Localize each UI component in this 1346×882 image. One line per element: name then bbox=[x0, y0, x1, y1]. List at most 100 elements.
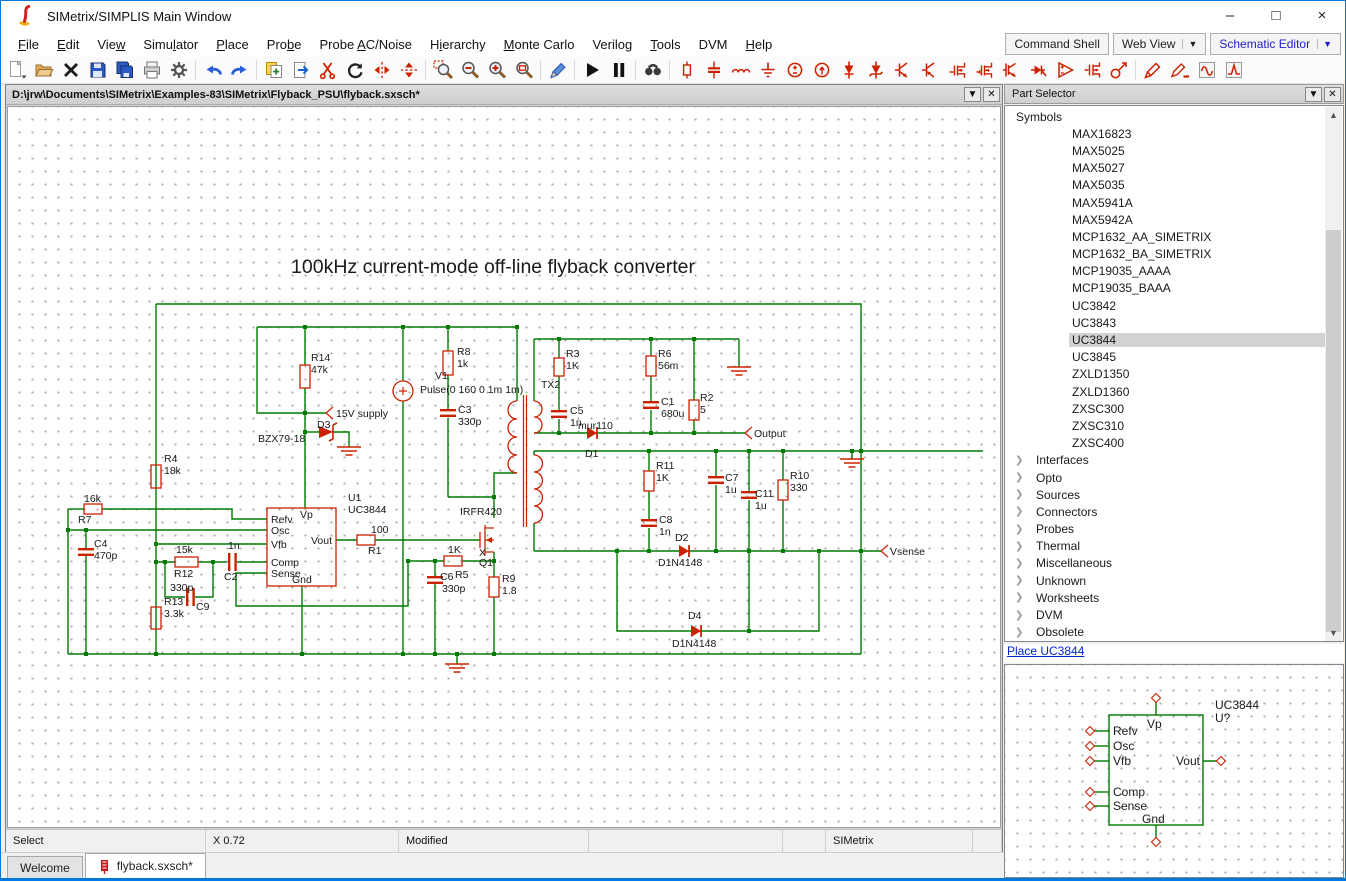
run-simulation-icon[interactable] bbox=[578, 58, 605, 83]
web-view-button[interactable]: Web View▼ bbox=[1113, 33, 1207, 55]
component-R5[interactable] bbox=[444, 556, 462, 566]
tab-flyback-sxsch-[interactable]: flyback.sxsch* bbox=[85, 853, 206, 878]
rotate-icon[interactable] bbox=[341, 58, 368, 83]
part-item-uc3843[interactable]: UC3843 bbox=[1005, 314, 1326, 331]
tree-category-sources[interactable]: ❯Sources bbox=[1005, 486, 1326, 503]
copy-icon[interactable] bbox=[260, 58, 287, 83]
scrollbar-thumb[interactable] bbox=[1326, 230, 1341, 632]
chevron-right-icon[interactable]: ❯ bbox=[1015, 472, 1033, 483]
component-V1[interactable] bbox=[393, 381, 413, 401]
component-C7[interactable] bbox=[708, 476, 724, 484]
zoom-in-icon[interactable] bbox=[483, 58, 510, 83]
component-D4[interactable] bbox=[691, 625, 701, 637]
close-sheet-icon[interactable] bbox=[57, 58, 84, 83]
chevron-right-icon[interactable]: ❯ bbox=[1015, 541, 1033, 552]
tree-category-miscellaneous[interactable]: ❯Miscellaneous bbox=[1005, 555, 1326, 572]
part-item-zxld1360[interactable]: ZXLD1360 bbox=[1005, 383, 1326, 400]
part-item-max5942a[interactable]: MAX5942A bbox=[1005, 211, 1326, 228]
chevron-right-icon[interactable]: ❯ bbox=[1015, 506, 1033, 517]
maximize-button[interactable]: □ bbox=[1253, 1, 1299, 31]
component-R14[interactable] bbox=[300, 365, 310, 388]
schematic-editor-button[interactable]: Schematic Editor▼ bbox=[1210, 33, 1341, 55]
component-R11[interactable] bbox=[644, 471, 654, 491]
fixed-voltage-probe-icon[interactable] bbox=[1193, 58, 1220, 83]
schematic-drawing[interactable]: 100kHz current-mode off-line flyback con… bbox=[8, 107, 1000, 827]
schematic-canvas[interactable]: 100kHz current-mode off-line flyback con… bbox=[7, 106, 1001, 828]
menu-help[interactable]: Help bbox=[736, 33, 781, 56]
tree-category-worksheets[interactable]: ❯Worksheets bbox=[1005, 589, 1326, 606]
menu-probe-ac-noise[interactable]: Probe AC/Noise bbox=[310, 33, 421, 56]
cut-icon[interactable] bbox=[314, 58, 341, 83]
wire-mode-icon[interactable] bbox=[544, 58, 571, 83]
place-opamp-icon[interactable] bbox=[1051, 58, 1078, 83]
component-R6[interactable] bbox=[646, 356, 656, 376]
schematic-window-menu-icon[interactable]: ▼ bbox=[964, 87, 981, 102]
chevron-down-icon[interactable]: ▼ bbox=[1317, 39, 1332, 49]
chevron-right-icon[interactable]: ❯ bbox=[1015, 455, 1033, 466]
tree-category-probes[interactable]: ❯Probes bbox=[1005, 521, 1326, 538]
chevron-right-icon[interactable]: ❯ bbox=[1015, 575, 1033, 586]
print-icon[interactable] bbox=[138, 58, 165, 83]
place-thyristor-icon[interactable] bbox=[1024, 58, 1051, 83]
part-tree[interactable]: SymbolsMAX16823MAX5025MAX5027MAX5035MAX5… bbox=[1004, 105, 1344, 642]
place-zener-icon[interactable] bbox=[862, 58, 889, 83]
title-bar[interactable]: SIMetrix/SIMPLIS Main Window – □ × bbox=[1, 1, 1345, 31]
part-item-max16823[interactable]: MAX16823 bbox=[1005, 125, 1326, 142]
tab-welcome[interactable]: Welcome bbox=[7, 856, 83, 878]
tree-category-connectors[interactable]: ❯Connectors bbox=[1005, 503, 1326, 520]
tree-category-unknown[interactable]: ❯Unknown bbox=[1005, 572, 1326, 589]
component-C5[interactable] bbox=[551, 410, 567, 418]
component-R9[interactable] bbox=[489, 577, 499, 597]
tree-category-obsolete[interactable]: ❯Obsolete bbox=[1005, 624, 1326, 641]
mirror-horizontal-icon[interactable] bbox=[395, 58, 422, 83]
tree-category-thermal[interactable]: ❯Thermal bbox=[1005, 538, 1326, 555]
component-R2[interactable] bbox=[689, 400, 699, 420]
component-C1[interactable] bbox=[643, 401, 659, 409]
component-C8[interactable] bbox=[641, 519, 657, 527]
menu-edit[interactable]: Edit bbox=[48, 33, 88, 56]
part-item-max5035[interactable]: MAX5035 bbox=[1005, 177, 1326, 194]
menu-monte-carlo[interactable]: Monte Carlo bbox=[495, 33, 584, 56]
component-terminal-vsense[interactable] bbox=[881, 545, 888, 557]
menu-simulator[interactable]: Simulator bbox=[134, 33, 207, 56]
mirror-vertical-icon[interactable] bbox=[368, 58, 395, 83]
part-item-zxsc300[interactable]: ZXSC300 bbox=[1005, 400, 1326, 417]
scroll-down-icon[interactable]: ▼ bbox=[1325, 625, 1342, 642]
tree-category-dvm[interactable]: ❯DVM bbox=[1005, 606, 1326, 623]
menu-file[interactable]: File bbox=[9, 33, 48, 56]
component-R12[interactable] bbox=[175, 557, 198, 567]
component-C3[interactable] bbox=[440, 409, 456, 417]
menu-place[interactable]: Place bbox=[207, 33, 258, 56]
part-item-mcp19035_aaaa[interactable]: MCP19035_AAAA bbox=[1005, 263, 1326, 280]
differential-probe-icon[interactable] bbox=[1166, 58, 1193, 83]
part-item-max5027[interactable]: MAX5027 bbox=[1005, 160, 1326, 177]
component-R7[interactable] bbox=[84, 504, 102, 514]
chevron-right-icon[interactable]: ❯ bbox=[1015, 592, 1033, 603]
place-pmos-icon[interactable] bbox=[970, 58, 997, 83]
component-R1[interactable] bbox=[357, 535, 375, 545]
zoom-fit-icon[interactable] bbox=[510, 58, 537, 83]
place-pnp-icon[interactable] bbox=[916, 58, 943, 83]
part-item-max5941a[interactable]: MAX5941A bbox=[1005, 194, 1326, 211]
undo-icon[interactable] bbox=[199, 58, 226, 83]
part-item-mcp1632_aa_simetrix[interactable]: MCP1632_AA_SIMETRIX bbox=[1005, 228, 1326, 245]
minimize-button[interactable]: – bbox=[1207, 1, 1253, 31]
menu-view[interactable]: View bbox=[88, 33, 134, 56]
part-item-uc3845[interactable]: UC3845 bbox=[1005, 349, 1326, 366]
settings-gear-icon[interactable] bbox=[165, 58, 192, 83]
component-ground-0[interactable] bbox=[337, 447, 361, 455]
component-ground-1[interactable] bbox=[445, 664, 469, 672]
component-terminal-15v[interactable] bbox=[326, 407, 333, 419]
component-ground-2[interactable] bbox=[727, 367, 751, 375]
component-C2[interactable] bbox=[228, 553, 237, 571]
pause-simulation-icon[interactable] bbox=[605, 58, 632, 83]
open-file-icon[interactable] bbox=[30, 58, 57, 83]
new-schematic-icon[interactable] bbox=[3, 58, 30, 83]
menu-hierarchy[interactable]: Hierarchy bbox=[421, 33, 495, 56]
redo-icon[interactable] bbox=[226, 58, 253, 83]
find-part-icon[interactable] bbox=[639, 58, 666, 83]
place-current-source-icon[interactable] bbox=[808, 58, 835, 83]
chevron-right-icon[interactable]: ❯ bbox=[1015, 627, 1033, 638]
place-voltage-source-icon[interactable] bbox=[781, 58, 808, 83]
place-igbt-icon[interactable] bbox=[997, 58, 1024, 83]
